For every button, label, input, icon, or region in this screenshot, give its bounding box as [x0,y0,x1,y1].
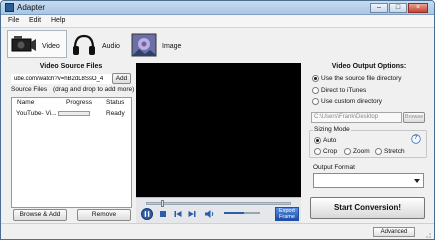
start-conversion-button[interactable]: Start Conversion! [310,197,425,219]
minimize-button[interactable]: – [370,3,388,13]
sizing-mode-label: Sizing Mode [313,126,351,133]
column-status[interactable]: Status [106,99,124,108]
app-window: Adapter – □ × File Edit Help Video Audio [0,0,435,240]
close-button[interactable]: × [408,3,428,13]
drag-drop-hint: (drag and drop to add more) [53,86,135,93]
directory-browse-button[interactable]: Browse [403,112,425,123]
title-bar: Adapter – □ × [1,1,434,15]
menu-bar: File Edit Help [1,15,434,28]
add-button[interactable]: Add [112,73,131,84]
video-camera-icon [11,36,36,52]
url-input[interactable] [11,74,115,84]
radio-source-directory[interactable] [312,75,319,82]
app-icon [5,3,14,12]
row-status: Ready [106,110,125,117]
output-format-select[interactable] [313,173,424,188]
seek-bar[interactable] [146,200,291,207]
radio-itunes[interactable] [312,87,319,94]
volume-level [224,212,244,214]
menu-help[interactable]: Help [51,17,65,24]
source-files-label: Source Files [11,86,48,93]
resize-grip-icon[interactable] [424,231,432,239]
column-progress[interactable]: Progress [66,99,92,108]
video-source-panel: Video Source Files Add Source Files (dra… [9,63,135,223]
menu-file[interactable]: File [8,17,19,24]
video-preview [136,63,301,197]
player-controls: Export Frame [136,197,301,223]
radio-stretch-label[interactable]: Stretch [384,148,405,155]
next-icon[interactable] [187,209,197,219]
tab-video[interactable]: Video [7,30,67,58]
radio-auto-label[interactable]: Auto [323,137,336,144]
maximize-button[interactable]: □ [389,3,407,13]
radio-zoom[interactable] [344,148,351,155]
output-format-label: Output Format [313,164,355,171]
radio-custom-directory-label[interactable]: Use custom directory [321,98,382,105]
menu-edit[interactable]: Edit [29,17,41,24]
browse-add-button[interactable]: Browse & Add [13,209,67,221]
remove-button[interactable]: Remove [77,209,131,221]
radio-custom-directory[interactable] [312,98,319,105]
export-frame-button[interactable]: Export Frame [275,207,299,221]
tab-audio-label: Audio [102,43,120,50]
row-name: YouTube- Vi... [16,110,57,117]
previous-icon[interactable] [173,209,183,219]
radio-crop-label[interactable]: Crop [323,148,337,155]
stop-icon[interactable] [158,209,168,219]
tab-video-label: Video [42,43,60,50]
custom-directory-field[interactable]: C:\Users\Frank\Desktop [311,112,402,123]
radio-source-directory-label[interactable]: Use the source file directory [321,75,402,82]
volume-icon[interactable] [204,208,216,220]
radio-zoom-label[interactable]: Zoom [353,148,370,155]
video-source-title: Video Source Files [39,63,103,70]
radio-crop[interactable] [314,148,321,155]
output-options-title: Video Output Options: [331,63,407,70]
window-title: Adapter [17,3,46,12]
seek-handle[interactable] [161,200,165,207]
advanced-button[interactable]: Advanced [373,227,415,237]
status-bar: Advanced [1,223,434,239]
source-file-list[interactable]: Name Progress Status YouTube- Vi... Read… [11,97,132,208]
headphones-icon [73,34,95,55]
tab-image-label: Image [162,43,182,50]
radio-itunes-label[interactable]: Direct to iTunes [321,87,366,94]
pause-icon[interactable] [141,208,153,220]
volume-slider[interactable] [224,212,260,214]
radio-stretch[interactable] [375,148,382,155]
radio-auto[interactable] [314,137,321,144]
row-progress-bar [58,111,90,116]
column-name[interactable]: Name [17,99,34,108]
media-tabs: Video Audio Image [1,28,434,60]
tab-image[interactable]: Image [127,30,187,58]
table-row[interactable]: YouTube- Vi... Ready [12,109,131,118]
image-icon [131,33,157,57]
help-icon-label: ? [414,135,418,141]
chevron-down-icon [414,179,420,183]
tab-audio[interactable]: Audio [67,30,127,58]
